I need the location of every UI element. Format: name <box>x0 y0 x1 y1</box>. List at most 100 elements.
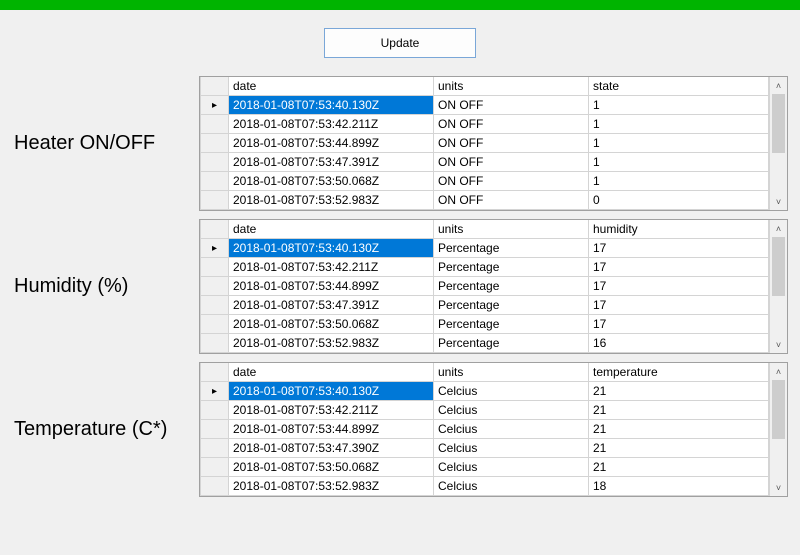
cell-value[interactable]: 17 <box>589 258 769 277</box>
cell-date[interactable]: 2018-01-08T07:53:42.211Z <box>229 401 434 420</box>
cell-units[interactable]: Celcius <box>434 458 589 477</box>
cell-value[interactable]: 17 <box>589 277 769 296</box>
cell-date[interactable]: 2018-01-08T07:53:44.899Z <box>229 134 434 153</box>
table-row[interactable]: ▸2018-01-08T07:53:40.130ZON OFF1 <box>201 96 769 115</box>
table-row[interactable]: 2018-01-08T07:53:52.983ZCelcius18 <box>201 477 769 496</box>
scroll-up-icon[interactable]: ˄ <box>770 77 787 94</box>
cell-units[interactable]: Celcius <box>434 401 589 420</box>
scroll-down-icon[interactable]: ˅ <box>770 336 787 353</box>
cell-units[interactable]: Percentage <box>434 277 589 296</box>
cell-value[interactable]: 21 <box>589 382 769 401</box>
cell-date[interactable]: 2018-01-08T07:53:40.130Z <box>229 239 434 258</box>
cell-units[interactable]: Celcius <box>434 439 589 458</box>
cell-units[interactable]: Percentage <box>434 258 589 277</box>
cell-units[interactable]: Percentage <box>434 239 589 258</box>
table-row[interactable]: 2018-01-08T07:53:47.391ZPercentage17 <box>201 296 769 315</box>
table-row[interactable]: 2018-01-08T07:53:44.899ZON OFF1 <box>201 134 769 153</box>
cell-units[interactable]: ON OFF <box>434 115 589 134</box>
heater-grid[interactable]: date units state ▸2018-01-08T07:53:40.13… <box>199 76 788 211</box>
cell-date[interactable]: 2018-01-08T07:53:50.068Z <box>229 315 434 334</box>
cell-units[interactable]: ON OFF <box>434 172 589 191</box>
humidity-scrollbar[interactable]: ˄ ˅ <box>769 220 787 353</box>
cell-value[interactable]: 16 <box>589 334 769 353</box>
table-row[interactable]: ▸2018-01-08T07:53:40.130ZCelcius21 <box>201 382 769 401</box>
cell-units[interactable]: Celcius <box>434 420 589 439</box>
cell-date[interactable]: 2018-01-08T07:53:42.211Z <box>229 258 434 277</box>
table-row[interactable]: 2018-01-08T07:53:50.068ZPercentage17 <box>201 315 769 334</box>
cell-date[interactable]: 2018-01-08T07:53:40.130Z <box>229 96 434 115</box>
cell-value[interactable]: 21 <box>589 458 769 477</box>
scroll-down-icon[interactable]: ˅ <box>770 193 787 210</box>
humidity-table[interactable]: date units humidity ▸2018-01-08T07:53:40… <box>200 220 769 353</box>
cell-date[interactable]: 2018-01-08T07:53:50.068Z <box>229 458 434 477</box>
table-row[interactable]: 2018-01-08T07:53:52.983ZON OFF0 <box>201 191 769 210</box>
temperature-scrollbar[interactable]: ˄ ˅ <box>769 363 787 496</box>
temperature-grid[interactable]: date units temperature ▸2018-01-08T07:53… <box>199 362 788 497</box>
cell-value[interactable]: 1 <box>589 172 769 191</box>
cell-value[interactable]: 17 <box>589 315 769 334</box>
cell-date[interactable]: 2018-01-08T07:53:52.983Z <box>229 334 434 353</box>
cell-value[interactable]: 1 <box>589 96 769 115</box>
scroll-track[interactable] <box>770 380 787 479</box>
cell-date[interactable]: 2018-01-08T07:53:52.983Z <box>229 477 434 496</box>
cell-date[interactable]: 2018-01-08T07:53:47.391Z <box>229 153 434 172</box>
cell-value[interactable]: 1 <box>589 115 769 134</box>
humidity-grid[interactable]: date units humidity ▸2018-01-08T07:53:40… <box>199 219 788 354</box>
scroll-thumb[interactable] <box>772 237 785 296</box>
col-units[interactable]: units <box>434 77 589 96</box>
table-row[interactable]: 2018-01-08T07:53:42.211ZON OFF1 <box>201 115 769 134</box>
table-row[interactable]: 2018-01-08T07:53:42.211ZPercentage17 <box>201 258 769 277</box>
table-row[interactable]: 2018-01-08T07:53:44.899ZCelcius21 <box>201 420 769 439</box>
cell-units[interactable]: Percentage <box>434 296 589 315</box>
cell-value[interactable]: 1 <box>589 153 769 172</box>
table-row[interactable]: 2018-01-08T07:53:42.211ZCelcius21 <box>201 401 769 420</box>
cell-value[interactable]: 17 <box>589 239 769 258</box>
cell-date[interactable]: 2018-01-08T07:53:47.390Z <box>229 439 434 458</box>
col-date[interactable]: date <box>229 363 434 382</box>
cell-units[interactable]: Percentage <box>434 315 589 334</box>
table-row[interactable]: 2018-01-08T07:53:50.068ZON OFF1 <box>201 172 769 191</box>
table-row[interactable]: 2018-01-08T07:53:52.983ZPercentage16 <box>201 334 769 353</box>
scroll-thumb[interactable] <box>772 94 785 153</box>
table-row[interactable]: ▸2018-01-08T07:53:40.130ZPercentage17 <box>201 239 769 258</box>
cell-units[interactable]: Celcius <box>434 382 589 401</box>
cell-value[interactable]: 21 <box>589 401 769 420</box>
cell-value[interactable]: 1 <box>589 134 769 153</box>
scroll-track[interactable] <box>770 237 787 336</box>
cell-value[interactable]: 18 <box>589 477 769 496</box>
col-date[interactable]: date <box>229 77 434 96</box>
scroll-up-icon[interactable]: ˄ <box>770 363 787 380</box>
table-row[interactable]: 2018-01-08T07:53:47.390ZCelcius21 <box>201 439 769 458</box>
col-value[interactable]: temperature <box>589 363 769 382</box>
cell-date[interactable]: 2018-01-08T07:53:47.391Z <box>229 296 434 315</box>
cell-date[interactable]: 2018-01-08T07:53:52.983Z <box>229 191 434 210</box>
heater-scrollbar[interactable]: ˄ ˅ <box>769 77 787 210</box>
col-date[interactable]: date <box>229 220 434 239</box>
table-row[interactable]: 2018-01-08T07:53:44.899ZPercentage17 <box>201 277 769 296</box>
scroll-up-icon[interactable]: ˄ <box>770 220 787 237</box>
col-value[interactable]: state <box>589 77 769 96</box>
table-row[interactable]: 2018-01-08T07:53:47.391ZON OFF1 <box>201 153 769 172</box>
cell-units[interactable]: ON OFF <box>434 96 589 115</box>
cell-date[interactable]: 2018-01-08T07:53:40.130Z <box>229 382 434 401</box>
cell-units[interactable]: ON OFF <box>434 134 589 153</box>
temperature-table[interactable]: date units temperature ▸2018-01-08T07:53… <box>200 363 769 496</box>
cell-units[interactable]: Celcius <box>434 477 589 496</box>
cell-value[interactable]: 21 <box>589 420 769 439</box>
cell-units[interactable]: ON OFF <box>434 153 589 172</box>
cell-value[interactable]: 21 <box>589 439 769 458</box>
cell-date[interactable]: 2018-01-08T07:53:42.211Z <box>229 115 434 134</box>
cell-units[interactable]: Percentage <box>434 334 589 353</box>
col-value[interactable]: humidity <box>589 220 769 239</box>
cell-date[interactable]: 2018-01-08T07:53:50.068Z <box>229 172 434 191</box>
cell-units[interactable]: ON OFF <box>434 191 589 210</box>
cell-date[interactable]: 2018-01-08T07:53:44.899Z <box>229 420 434 439</box>
scroll-track[interactable] <box>770 94 787 193</box>
cell-value[interactable]: 17 <box>589 296 769 315</box>
scroll-down-icon[interactable]: ˅ <box>770 479 787 496</box>
cell-value[interactable]: 0 <box>589 191 769 210</box>
scroll-thumb[interactable] <box>772 380 785 439</box>
update-button[interactable]: Update <box>324 28 476 58</box>
heater-table[interactable]: date units state ▸2018-01-08T07:53:40.13… <box>200 77 769 210</box>
col-units[interactable]: units <box>434 363 589 382</box>
